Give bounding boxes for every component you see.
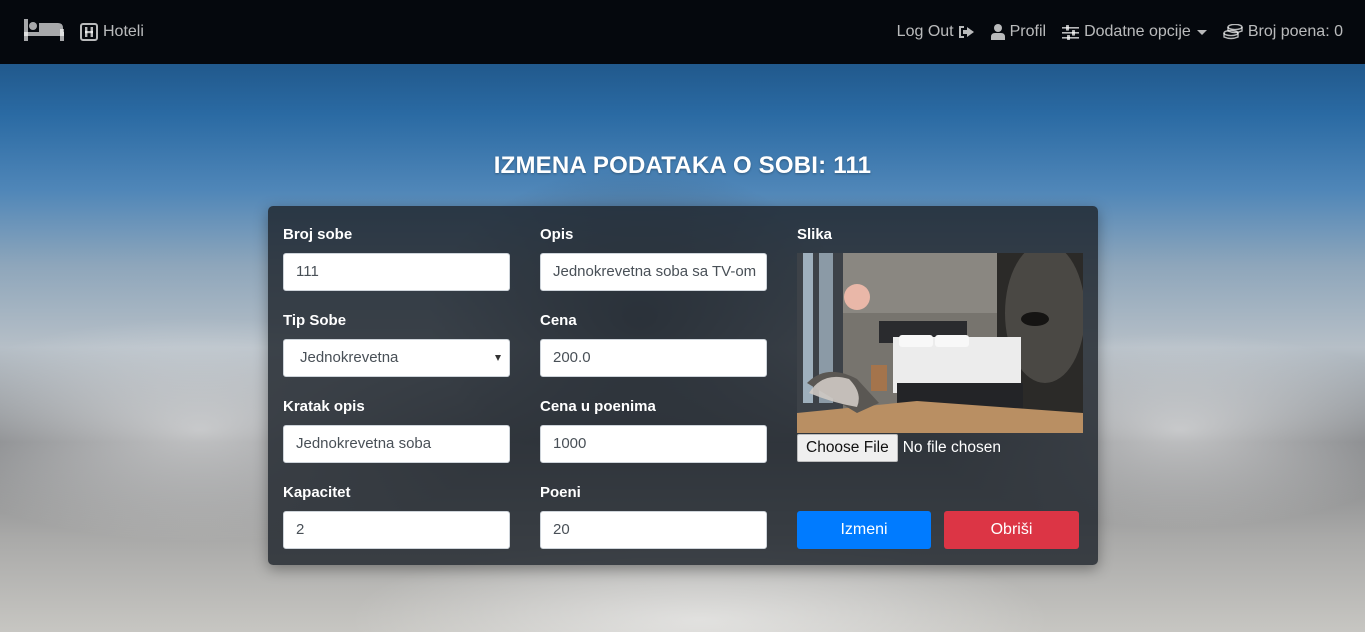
delete-button[interactable]: Obriši bbox=[944, 511, 1079, 549]
short-description-label: Kratak opis bbox=[283, 398, 365, 415]
nav-profile-label: Profil bbox=[1009, 23, 1047, 40]
choose-file-button[interactable]: Choose File bbox=[797, 434, 898, 462]
points-input[interactable]: 20 bbox=[540, 511, 767, 549]
price-points-input[interactable]: 1000 bbox=[540, 425, 767, 463]
nav-options-dropdown[interactable]: Dodatne opcije bbox=[1062, 23, 1207, 41]
nav-points-label: Broj poena: 0 bbox=[1247, 23, 1343, 40]
edit-room-form: Broj sobe 111 Tip Sobe Jednokrevetna Kra… bbox=[268, 206, 1098, 565]
nav-logout-link[interactable]: Log Out bbox=[897, 23, 975, 41]
price-input[interactable]: 200.0 bbox=[540, 339, 767, 377]
nav-profile-link[interactable]: Profil bbox=[990, 23, 1047, 41]
coins-icon bbox=[1223, 24, 1243, 40]
price-label: Cena bbox=[540, 312, 577, 329]
file-status-text: No file chosen bbox=[902, 439, 1001, 456]
hotel-h-icon bbox=[80, 23, 98, 41]
dropdown-arrow-icon bbox=[495, 355, 501, 361]
edit-button[interactable]: Izmeni bbox=[797, 511, 931, 549]
room-type-label: Tip Sobe bbox=[283, 312, 347, 329]
image-file-input: Choose File No file chosen bbox=[797, 434, 1001, 462]
description-input[interactable]: Jednokrevetna soba sa TV-om bbox=[540, 253, 767, 291]
capacity-input[interactable]: 2 bbox=[283, 511, 510, 549]
short-description-input[interactable]: Jednokrevetna soba bbox=[283, 425, 510, 463]
points-label: Poeni bbox=[540, 484, 581, 501]
bed-icon[interactable] bbox=[24, 18, 64, 46]
room-number-input[interactable]: 111 bbox=[283, 253, 510, 291]
room-type-select[interactable]: Jednokrevetna bbox=[283, 339, 510, 377]
description-label: Opis bbox=[540, 226, 574, 243]
price-points-label: Cena u poenima bbox=[540, 398, 656, 415]
nav-options-label: Dodatne opcije bbox=[1084, 23, 1191, 40]
image-label: Slika bbox=[797, 226, 833, 243]
nav-hotels-label: Hoteli bbox=[103, 23, 144, 40]
capacity-label: Kapacitet bbox=[283, 484, 351, 501]
sliders-icon bbox=[1062, 24, 1080, 40]
nav-points: Broj poena: 0 bbox=[1223, 23, 1343, 41]
navbar: Hoteli Log Out Profil Dodatne opcije Bro… bbox=[0, 0, 1365, 64]
nav-hotels-link[interactable]: Hoteli bbox=[80, 23, 144, 41]
sign-out-icon bbox=[958, 26, 974, 38]
room-type-selected-value: Jednokrevetna bbox=[300, 349, 399, 366]
nav-logout-label: Log Out bbox=[896, 23, 954, 40]
room-number-label: Broj sobe bbox=[283, 226, 353, 243]
chevron-down-icon bbox=[1196, 29, 1207, 35]
page-title: IZMENA PODATAKA O SOBI: 111 bbox=[493, 152, 872, 179]
room-photo bbox=[797, 253, 1083, 433]
user-icon bbox=[990, 24, 1005, 40]
